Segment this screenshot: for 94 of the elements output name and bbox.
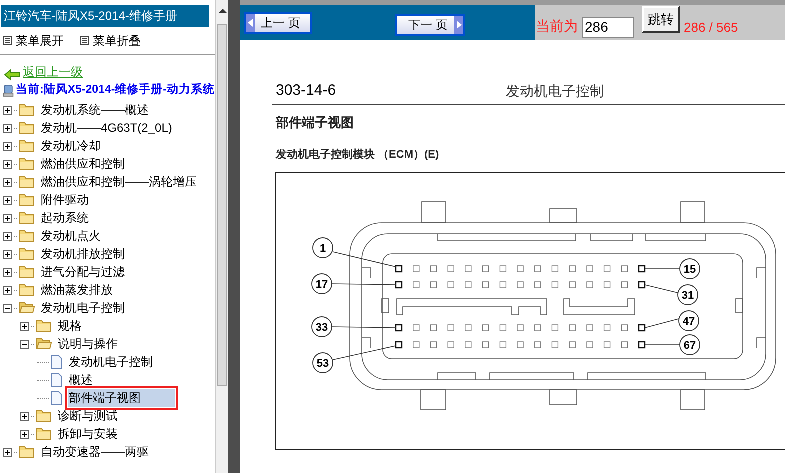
expand-icon[interactable] <box>20 322 29 330</box>
page-input[interactable]: 286 <box>582 17 634 38</box>
tree-item[interactable]: 诊断与测试 <box>57 407 119 425</box>
open-folder-icon <box>19 301 35 315</box>
page-count: 286 / 565 <box>684 18 738 36</box>
leader-line <box>332 283 396 285</box>
folder-icon <box>19 265 35 279</box>
tree-item[interactable]: 规格 <box>57 317 83 335</box>
document-icon <box>51 390 63 406</box>
pin-callout: 15 <box>680 258 700 279</box>
computer-icon <box>3 83 14 99</box>
section-heading: 部件端子视图 <box>276 114 355 132</box>
tree-item[interactable]: 燃油供应和控制——涡轮增压 <box>40 173 198 191</box>
leader-line <box>332 326 396 328</box>
menu-toggle-link[interactable]: 菜单展开 <box>16 32 64 50</box>
tree-item[interactable]: 燃油蒸发排放 <box>40 281 114 299</box>
expand-icon[interactable] <box>20 430 29 438</box>
jump-button[interactable]: 跳转 <box>642 6 680 33</box>
expand-icon[interactable] <box>3 250 12 258</box>
leader-line <box>644 268 680 269</box>
folder-icon <box>19 247 35 261</box>
expand-icon[interactable] <box>3 448 12 456</box>
expand-icon[interactable] <box>3 124 12 132</box>
scrollbar[interactable] <box>215 0 228 473</box>
scrollbar-thumb[interactable] <box>217 24 227 386</box>
next-page-button[interactable]: 下一 页 <box>395 14 465 36</box>
menu-list-icon[interactable] <box>3 36 12 45</box>
folder-icon <box>19 193 35 207</box>
pin-callout: 31 <box>678 284 698 305</box>
pin-callout: 47 <box>678 310 700 331</box>
figure-caption: 发动机电子控制模块 （ECM）(E) <box>276 148 440 163</box>
tree-item[interactable]: 起动系统 <box>40 209 90 227</box>
folder-icon <box>19 445 35 459</box>
folder-icon <box>19 157 35 171</box>
collapse-icon[interactable] <box>20 340 29 348</box>
previous-page-button[interactable]: 上一 页 <box>244 12 312 34</box>
tree-item[interactable]: 发动机系统——概述 <box>40 101 150 119</box>
menu-toggle-link[interactable]: 菜单折叠 <box>93 32 141 50</box>
header-title: 发动机电子控制 <box>506 82 604 102</box>
expand-icon[interactable] <box>3 214 12 222</box>
back-link[interactable]: 返回上一级 <box>23 63 83 81</box>
pin-callout: 17 <box>312 273 332 294</box>
tree-item[interactable]: 部件端子视图 <box>68 389 175 407</box>
back-arrow-icon <box>4 69 21 81</box>
folder-icon <box>19 121 35 135</box>
tree-item[interactable]: 发动机电子控制 <box>68 353 154 371</box>
folder-icon <box>19 139 35 153</box>
folder-icon <box>19 283 35 297</box>
expand-icon[interactable] <box>3 286 12 294</box>
section-number: 303-14-6 <box>276 81 338 101</box>
tree-item[interactable]: 发动机排放控制 <box>40 245 126 263</box>
tree-item[interactable]: 自动变速器——两驱 <box>40 443 150 461</box>
pin-callout: 1 <box>312 237 334 258</box>
expand-icon[interactable] <box>3 196 12 204</box>
pin-callout: 67 <box>680 334 700 355</box>
tree-item[interactable]: 发动机电子控制 <box>40 299 126 317</box>
expand-icon[interactable] <box>3 268 12 276</box>
tree-item[interactable]: 说明与操作 <box>57 335 119 353</box>
leader-line <box>644 284 678 293</box>
current-path: 当前:陆风X5-2014-维修手册-动力系统 <box>16 82 215 98</box>
folder-icon <box>19 229 35 243</box>
document-icon <box>51 372 63 388</box>
leader-line <box>332 345 396 360</box>
pin-callout: 33 <box>312 316 332 337</box>
leader-line <box>332 251 396 267</box>
folder-icon <box>36 409 52 423</box>
document-icon <box>51 354 63 370</box>
sidebar-title: 江铃汽车-陆风X5-2014-维修手册 <box>1 5 209 27</box>
collapse-icon[interactable] <box>3 304 12 312</box>
leader-line <box>644 318 680 328</box>
folder-icon <box>36 319 52 333</box>
folder-icon <box>36 427 52 441</box>
current-page-label: 当前为 <box>536 17 578 36</box>
tree-item[interactable]: 发动机点火 <box>40 227 102 245</box>
expand-icon[interactable] <box>20 412 29 420</box>
tree-item[interactable]: 燃油供应和控制 <box>40 155 126 173</box>
folder-icon <box>19 103 35 117</box>
tree-item[interactable]: 附件驱动 <box>40 191 90 209</box>
expand-icon[interactable] <box>3 232 12 240</box>
menu-list-icon[interactable] <box>80 36 89 45</box>
tree-item[interactable]: 发动机冷却 <box>40 137 102 155</box>
folder-icon <box>19 211 35 225</box>
pin-callout: 53 <box>312 352 334 373</box>
folder-icon <box>19 175 35 189</box>
expand-icon[interactable] <box>3 106 12 114</box>
open-folder-icon <box>36 337 52 351</box>
expand-icon[interactable] <box>3 178 12 186</box>
tree-item[interactable]: 进气分配与过滤 <box>40 263 126 281</box>
leader-line <box>644 344 680 345</box>
tree-item[interactable]: 概述 <box>68 371 94 389</box>
expand-icon[interactable] <box>3 142 12 150</box>
expand-icon[interactable] <box>3 160 12 168</box>
tree-item[interactable]: 发动机——4G63T(2_0L) <box>40 119 174 137</box>
tree-item[interactable]: 拆卸与安装 <box>57 425 119 443</box>
